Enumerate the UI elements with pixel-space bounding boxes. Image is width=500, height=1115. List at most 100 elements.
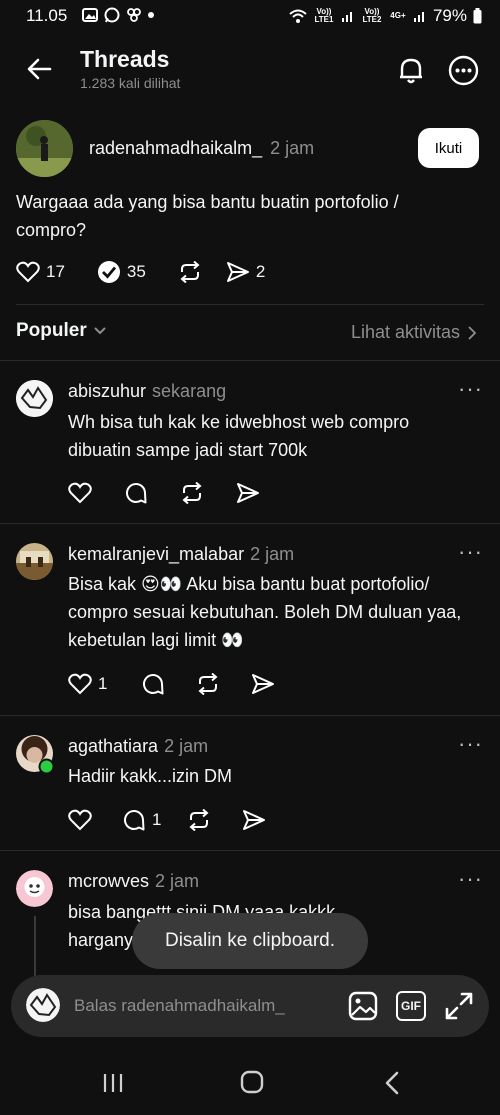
- reply-username[interactable]: abiszuhur: [68, 381, 146, 402]
- share-count: 2: [255, 262, 266, 281]
- reply-actions: 1: [68, 672, 275, 696]
- app-icon: [127, 8, 141, 22]
- post-username[interactable]: radenahmadhaikalm_: [89, 138, 262, 159]
- notification-icons: [82, 7, 154, 23]
- gallery-icon: [82, 8, 98, 22]
- reply-header: abiszuhur sekarang: [68, 381, 226, 402]
- comment-button[interactable]: 1: [122, 808, 161, 832]
- like-count: 17: [46, 262, 65, 281]
- reply-text: Hadiir kakk...izin DM: [68, 766, 233, 786]
- whatsapp-icon: [104, 7, 120, 23]
- more-notifications-dot: [148, 12, 154, 18]
- heart-icon[interactable]: [68, 482, 92, 504]
- post-author-avatar[interactable]: [16, 120, 73, 177]
- reply-header: mcrowves 2 jam: [68, 871, 199, 892]
- repost-icon[interactable]: [180, 482, 204, 504]
- post-text: Wargaaa ada yang bisa bantu buatin porto…: [16, 192, 399, 240]
- back-nav-icon[interactable]: [384, 1071, 400, 1095]
- more-options-icon[interactable]: [448, 55, 479, 86]
- reply-actions: [68, 481, 260, 505]
- chevron-down-icon: [94, 327, 106, 335]
- my-avatar: [26, 988, 60, 1022]
- reply-time: 2 jam: [164, 736, 209, 756]
- system-nav-bar: [0, 1052, 500, 1115]
- reply-input[interactable]: Balas radenahmadhaikalm_: [74, 996, 285, 1016]
- reply-header: agathatiara 2 jam: [68, 736, 208, 757]
- reply-text: Bisa kak 😍👀 Aku bisa bantu buat portofol…: [68, 574, 462, 650]
- share-button[interactable]: 2: [226, 261, 265, 283]
- battery-percent: 79%: [432, 6, 467, 25]
- heart-icon: [16, 261, 40, 283]
- image-icon[interactable]: [348, 991, 378, 1021]
- status-time: 11.05: [26, 6, 68, 25]
- heart-icon[interactable]: [68, 809, 92, 831]
- reply-username[interactable]: agathatiara: [68, 736, 158, 757]
- verified-reply-icon: [97, 261, 120, 283]
- reply-avatar[interactable]: [16, 380, 53, 417]
- recent-apps-icon[interactable]: [102, 1072, 124, 1094]
- expand-icon[interactable]: [444, 991, 474, 1021]
- reply-time: 2 jam: [250, 544, 295, 564]
- reply-more-icon[interactable]: ···: [458, 868, 483, 890]
- reply-header: kemalranjevi_malabar 2 jam: [68, 544, 294, 565]
- status-bar: 11.05 Vo)) LTE1 Vo)) LTE2 4G+ 79%: [0, 0, 500, 34]
- reply-time: 2 jam: [155, 871, 200, 891]
- repost-button[interactable]: [178, 261, 208, 283]
- view-count: 1.283 kali dilihat: [80, 75, 181, 91]
- repost-icon[interactable]: [187, 809, 211, 831]
- reply-more-icon[interactable]: ···: [458, 378, 483, 400]
- gif-icon[interactable]: GIF: [396, 991, 426, 1021]
- send-icon[interactable]: [236, 482, 260, 504]
- like-button[interactable]: 1: [68, 673, 107, 695]
- signal-icon-2: [413, 12, 424, 22]
- activity-link-label: Lihat aktivitas: [350, 322, 460, 342]
- post-time: 2 jam: [270, 138, 315, 158]
- net2-label: Vo)) LTE2: [362, 7, 382, 24]
- reply-username[interactable]: kemalranjevi_malabar: [68, 544, 244, 565]
- divider: [0, 715, 500, 716]
- post-actions: 17 35 2: [16, 260, 265, 284]
- comment-count: 1: [152, 810, 162, 829]
- follow-button[interactable]: Ikuti: [418, 128, 479, 168]
- thread-line: [34, 916, 36, 976]
- reply-more-icon[interactable]: ···: [458, 733, 483, 755]
- reply-count: 35: [126, 262, 146, 281]
- activity-link[interactable]: Lihat aktivitas: [351, 322, 476, 343]
- avatar-image: [16, 543, 53, 580]
- comment-icon: [124, 810, 145, 831]
- divider: [0, 360, 500, 361]
- home-icon[interactable]: [240, 1070, 264, 1094]
- like-count: 1: [98, 674, 108, 693]
- send-icon[interactable]: [251, 673, 275, 695]
- reply-text: Wh bisa tuh kak ke idwebhost web compro …: [68, 412, 410, 460]
- like-button[interactable]: 17: [16, 261, 65, 283]
- send-icon: [226, 262, 249, 282]
- chevron-right-icon: [468, 325, 476, 340]
- reply-username[interactable]: mcrowves: [68, 871, 149, 892]
- divider: [0, 850, 500, 851]
- repost-icon[interactable]: [196, 673, 220, 695]
- avatar-image: [16, 870, 53, 907]
- post-header: radenahmadhaikalm_ 2 jam: [89, 138, 314, 159]
- sort-label: Populer: [16, 320, 87, 341]
- comment-icon[interactable]: [124, 481, 148, 505]
- wifi-icon: [289, 9, 307, 23]
- back-arrow-icon[interactable]: [26, 56, 52, 82]
- reply-avatar[interactable]: [16, 870, 53, 907]
- comment-icon[interactable]: [141, 672, 165, 696]
- heart-icon: [68, 673, 92, 695]
- avatar-image: [26, 988, 60, 1022]
- net-type-label: 4G+: [390, 11, 406, 20]
- repost-icon: [180, 261, 200, 283]
- send-icon[interactable]: [242, 809, 266, 831]
- reply-avatar[interactable]: [16, 543, 53, 580]
- replies-button[interactable]: 35: [97, 260, 146, 284]
- toast: Disalin ke clipboard.: [132, 913, 368, 969]
- signal-icon-1: [341, 12, 352, 22]
- reply-more-icon[interactable]: ···: [458, 541, 483, 563]
- sort-dropdown[interactable]: Populer: [16, 320, 107, 342]
- bell-icon[interactable]: [396, 55, 426, 85]
- avatar-image: [16, 380, 53, 417]
- avatar-image: [16, 120, 73, 177]
- reply-time: sekarang: [152, 381, 227, 401]
